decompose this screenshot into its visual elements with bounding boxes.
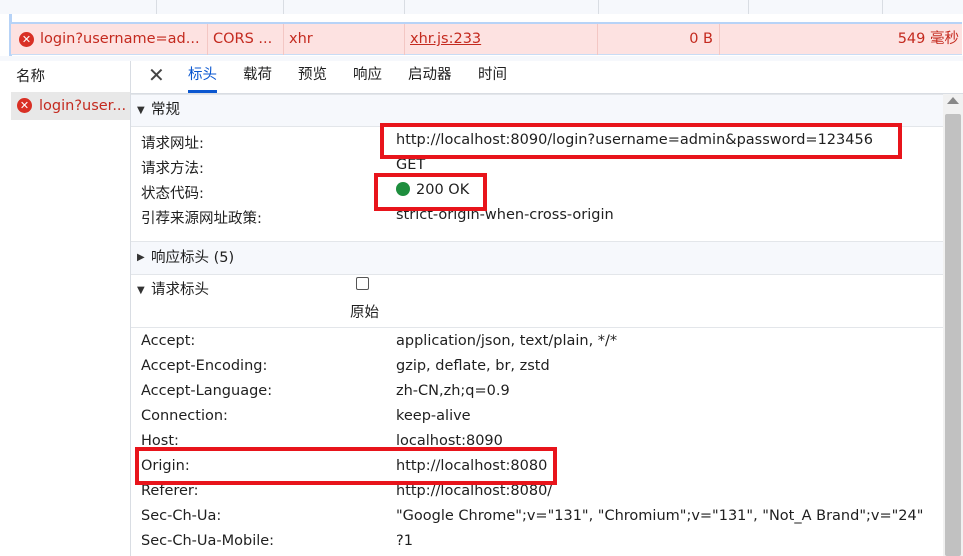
- tab-preview[interactable]: 预览: [298, 61, 327, 90]
- column-divider: [598, 0, 599, 14]
- column-divider: [283, 0, 284, 14]
- request-row[interactable]: ✕ login?username=ad... CORS ... xhr xhr.…: [11, 22, 962, 55]
- annotation-box-status: [374, 173, 487, 211]
- header-key: Connection:: [141, 408, 228, 424]
- name-list-item[interactable]: ✕ login?user...: [11, 92, 130, 120]
- request-headers-section-header[interactable]: ▼ 请求标头: [131, 274, 943, 328]
- response-headers-title: 响应标头 (5): [151, 250, 235, 266]
- tab-initiator[interactable]: 启动器: [408, 61, 452, 90]
- request-size-cell: 0 B: [689, 31, 713, 47]
- request-time-cell: 549 毫秒: [897, 31, 959, 47]
- header-value: gzip, deflate, br, zstd: [396, 358, 550, 374]
- raw-checkbox[interactable]: [356, 277, 369, 290]
- header-key: Referer:: [141, 483, 199, 499]
- header-key: Sec-Ch-Ua:: [141, 508, 222, 524]
- scrollbar-thumb[interactable]: [945, 114, 961, 556]
- name-column: [0, 61, 131, 556]
- tab-timing[interactable]: 时间: [478, 61, 507, 90]
- header-key: 状态代码:: [141, 186, 204, 202]
- header-value: zh-CN,zh;q=0.9: [396, 383, 510, 399]
- initiator-link[interactable]: xhr.js:233: [410, 24, 590, 55]
- tab-payload[interactable]: 载荷: [243, 61, 272, 90]
- request-method-value: GET: [396, 157, 426, 173]
- error-circle-icon: ✕: [19, 32, 34, 47]
- header-key: Accept:: [141, 333, 196, 349]
- column-divider: [882, 0, 883, 14]
- expand-triangle-icon: ▼: [137, 105, 145, 116]
- tab-headers[interactable]: 标头: [188, 61, 217, 93]
- general-section-title: 常规: [151, 102, 180, 118]
- response-headers-section-header[interactable]: ▶ 响应标头 (5): [131, 241, 943, 275]
- request-name-cell[interactable]: login?username=ad...: [40, 24, 204, 55]
- request-type-cell: CORS ...: [213, 31, 273, 47]
- name-list-item-label: login?user...: [39, 98, 127, 114]
- name-column-header[interactable]: 名称: [16, 65, 45, 86]
- tab-response[interactable]: 响应: [353, 61, 382, 90]
- annotation-box-origin: [135, 447, 557, 485]
- header-key: Sec-Ch-Ua-Mobile:: [141, 533, 275, 549]
- annotation-box-request-url: [380, 123, 902, 159]
- expand-triangle-icon: ▼: [137, 285, 145, 296]
- column-divider: [748, 0, 749, 14]
- scroll-up-arrow-icon[interactable]: [947, 97, 959, 104]
- error-circle-icon: ✕: [17, 98, 32, 113]
- request-headers-title: 请求标头: [151, 282, 209, 298]
- raw-checkbox-label[interactable]: 原始: [350, 301, 379, 322]
- header-value: http://localhost:8080/: [396, 483, 553, 499]
- request-initiator-kind-cell: xhr: [289, 31, 313, 47]
- header-value: application/json, text/plain, */*: [396, 333, 618, 349]
- header-key: Accept-Language:: [141, 383, 273, 399]
- header-key: 请求网址:: [141, 136, 204, 152]
- column-divider: [404, 0, 405, 14]
- close-icon[interactable]: ✕: [148, 62, 165, 88]
- collapsed-triangle-icon: ▶: [137, 252, 145, 263]
- header-value: keep-alive: [396, 408, 471, 424]
- column-divider: [156, 0, 157, 14]
- header-value: "Google Chrome";v="131", "Chromium";v="1…: [396, 508, 924, 524]
- details-tab-bar: 标头 载荷 预览 响应 启动器 时间: [131, 61, 963, 94]
- header-key: Accept-Encoding:: [141, 358, 268, 374]
- header-key: 请求方法:: [141, 161, 204, 177]
- header-key: 引荐来源网址政策:: [141, 211, 262, 227]
- table-header-strip: [0, 0, 963, 14]
- header-value: ?1: [396, 533, 413, 549]
